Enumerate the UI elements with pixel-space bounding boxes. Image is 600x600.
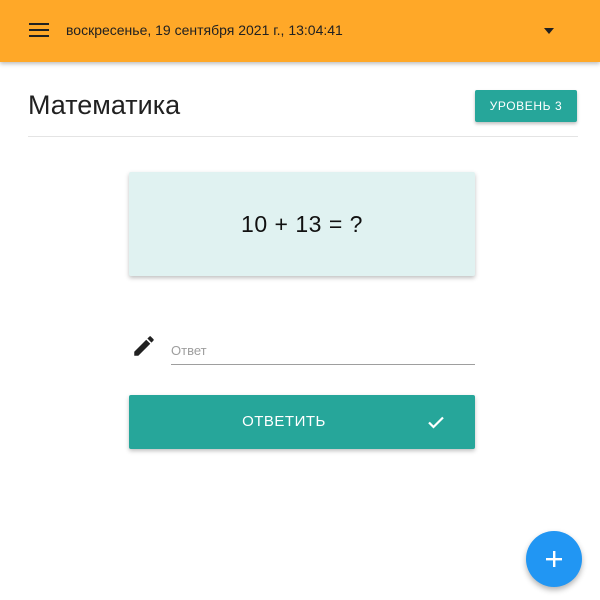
pencil-icon <box>134 336 154 356</box>
dropdown-button[interactable] <box>536 20 562 42</box>
current-datetime: воскресенье, 19 сентября 2021 г., 13:04:… <box>66 22 343 38</box>
check-icon <box>428 416 444 429</box>
menu-button[interactable] <box>24 17 54 43</box>
page-title: Математика <box>28 90 181 120</box>
top-app-bar: воскресенье, 19 сентября 2021 г., 13:04:… <box>0 0 600 62</box>
level-button[interactable]: УРОВЕНЬ 3 <box>475 90 577 122</box>
question-card: 10 + 13 = ? <box>129 172 475 276</box>
plus-icon <box>546 551 562 567</box>
title-divider <box>28 136 578 137</box>
answer-input[interactable] <box>171 336 475 365</box>
submit-answer-button[interactable]: ОТВЕТИТЬ <box>129 395 475 449</box>
caret-down-icon <box>544 28 554 34</box>
hamburger-menu-icon <box>29 23 49 37</box>
submit-answer-label: ОТВЕТИТЬ <box>242 413 326 430</box>
question-text: 10 + 13 = ? <box>241 210 363 237</box>
add-fab-button[interactable] <box>526 531 582 587</box>
